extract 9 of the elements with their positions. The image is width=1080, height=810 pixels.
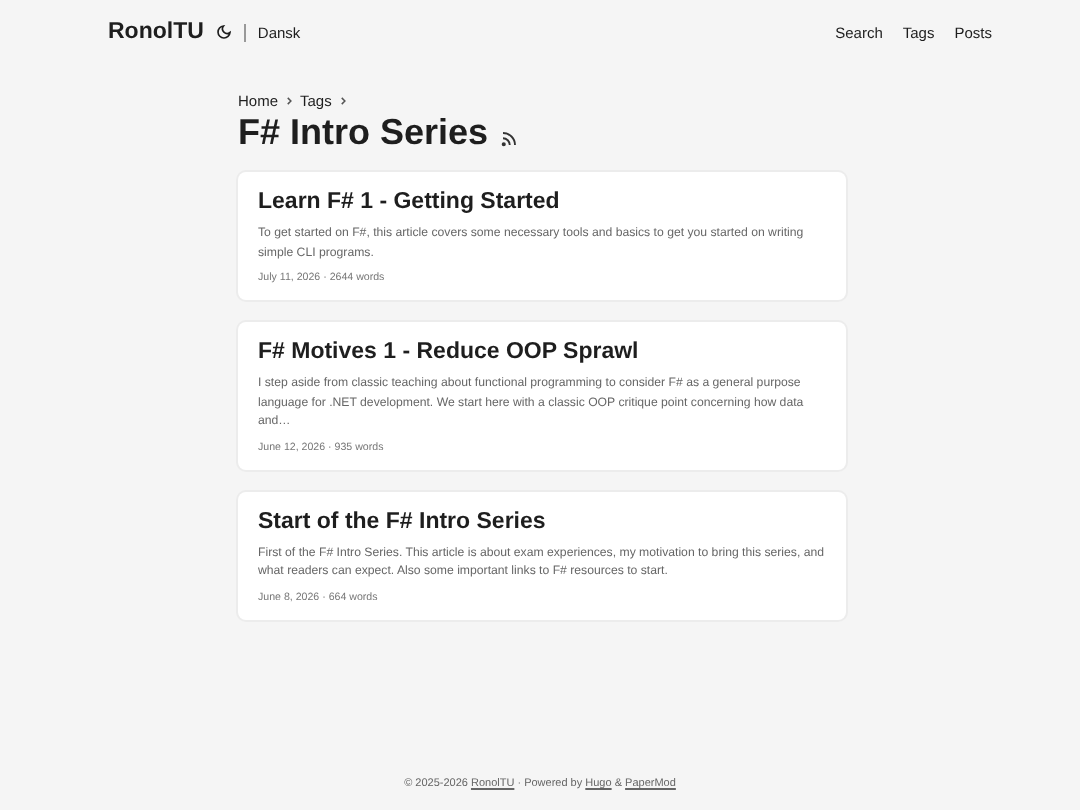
post-title[interactable]: Learn F# 1 - Getting Started xyxy=(258,190,826,214)
site-logo[interactable]: RonolTU xyxy=(108,20,204,44)
post-title[interactable]: Start of the F# Intro Series xyxy=(258,509,826,533)
page-title: F# Intro Series xyxy=(238,112,489,154)
chevron-icon xyxy=(337,96,348,106)
rss-icon[interactable] xyxy=(500,129,519,147)
post-title[interactable]: F# Motives 1 - Reduce OOP Sprawl xyxy=(258,340,826,364)
moon-icon[interactable] xyxy=(215,24,232,40)
chevron-icon xyxy=(284,96,295,106)
